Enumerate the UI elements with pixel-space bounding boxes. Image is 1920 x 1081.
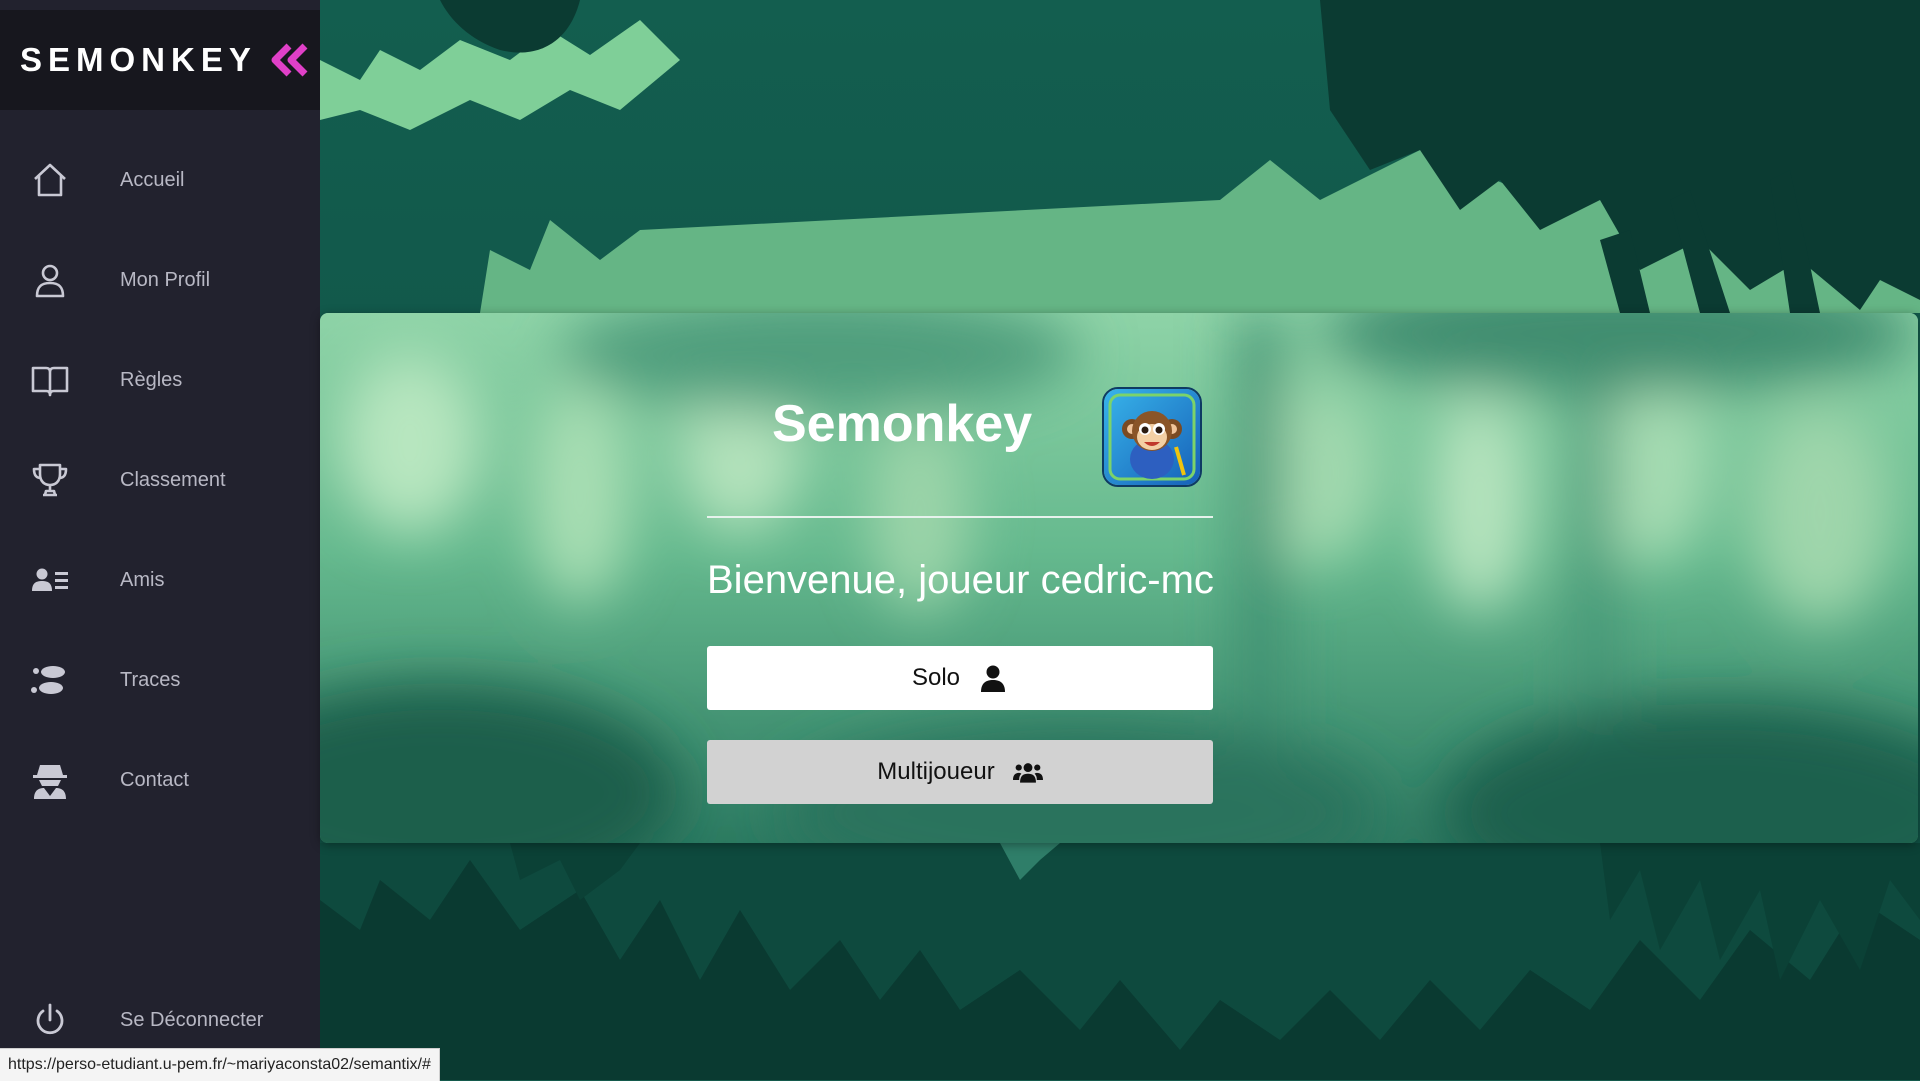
sidebar-nav: Accueil Mon Profil Règles Classement Ami… [0, 130, 320, 830]
link-status-bar: https://perso-etudiant.u-pem.fr/~mariyac… [0, 1048, 440, 1081]
trophy-icon [25, 458, 75, 502]
sidebar-item-label: Traces [120, 668, 181, 691]
user-icon [25, 258, 75, 302]
single-user-icon [981, 665, 1006, 692]
sidebar-item-label: Contact [120, 768, 189, 791]
divider [707, 516, 1213, 518]
page-title: Semonkey [772, 395, 1033, 453]
solo-button-label: Solo [911, 664, 961, 691]
sidebar-item-label: Règles [120, 368, 183, 391]
group-users-icon [1012, 763, 1043, 783]
home-icon [25, 158, 75, 202]
multiplayer-button[interactable]: Multijoueur [707, 740, 1213, 804]
contacts-list-icon [25, 558, 75, 602]
sidebar-item-traces[interactable]: Traces [0, 630, 320, 730]
sidebar-item-amis[interactable]: Amis [0, 530, 320, 630]
brand-name: SEMONKEY [20, 41, 257, 78]
sidebar: SEMONKEY Accueil Mon Profil Règles Class… [0, 0, 320, 1080]
solo-button[interactable]: Solo [707, 646, 1213, 710]
footprints-icon [25, 658, 75, 702]
sidebar-item-regles[interactable]: Règles [0, 330, 320, 430]
sidebar-item-accueil[interactable]: Accueil [0, 130, 320, 230]
sidebar-item-label: Mon Profil [120, 268, 211, 291]
spy-icon [25, 758, 75, 802]
welcome-message: Bienvenue, joueur cedric-mc [707, 558, 1214, 602]
double-chevron-left-icon [271, 43, 308, 77]
logout-label: Se Déconnecter [120, 1008, 264, 1031]
brand-logo[interactable]: SEMONKEY [0, 10, 320, 110]
sidebar-item-label: Classement [120, 468, 226, 491]
sidebar-item-mon-profil[interactable]: Mon Profil [0, 230, 320, 330]
power-icon [25, 998, 75, 1042]
multiplayer-button-label: Multijoueur [877, 758, 995, 785]
sidebar-item-contact[interactable]: Contact [0, 730, 320, 830]
welcome-card: Semonkey Bienvenue, joueur cedric-mc Sol… [707, 313, 1214, 843]
sidebar-item-classement[interactable]: Classement [0, 430, 320, 530]
monkey-app-icon [1102, 387, 1202, 487]
book-icon [25, 358, 75, 402]
sidebar-item-label: Accueil [120, 168, 185, 191]
sidebar-item-label: Amis [120, 568, 165, 591]
